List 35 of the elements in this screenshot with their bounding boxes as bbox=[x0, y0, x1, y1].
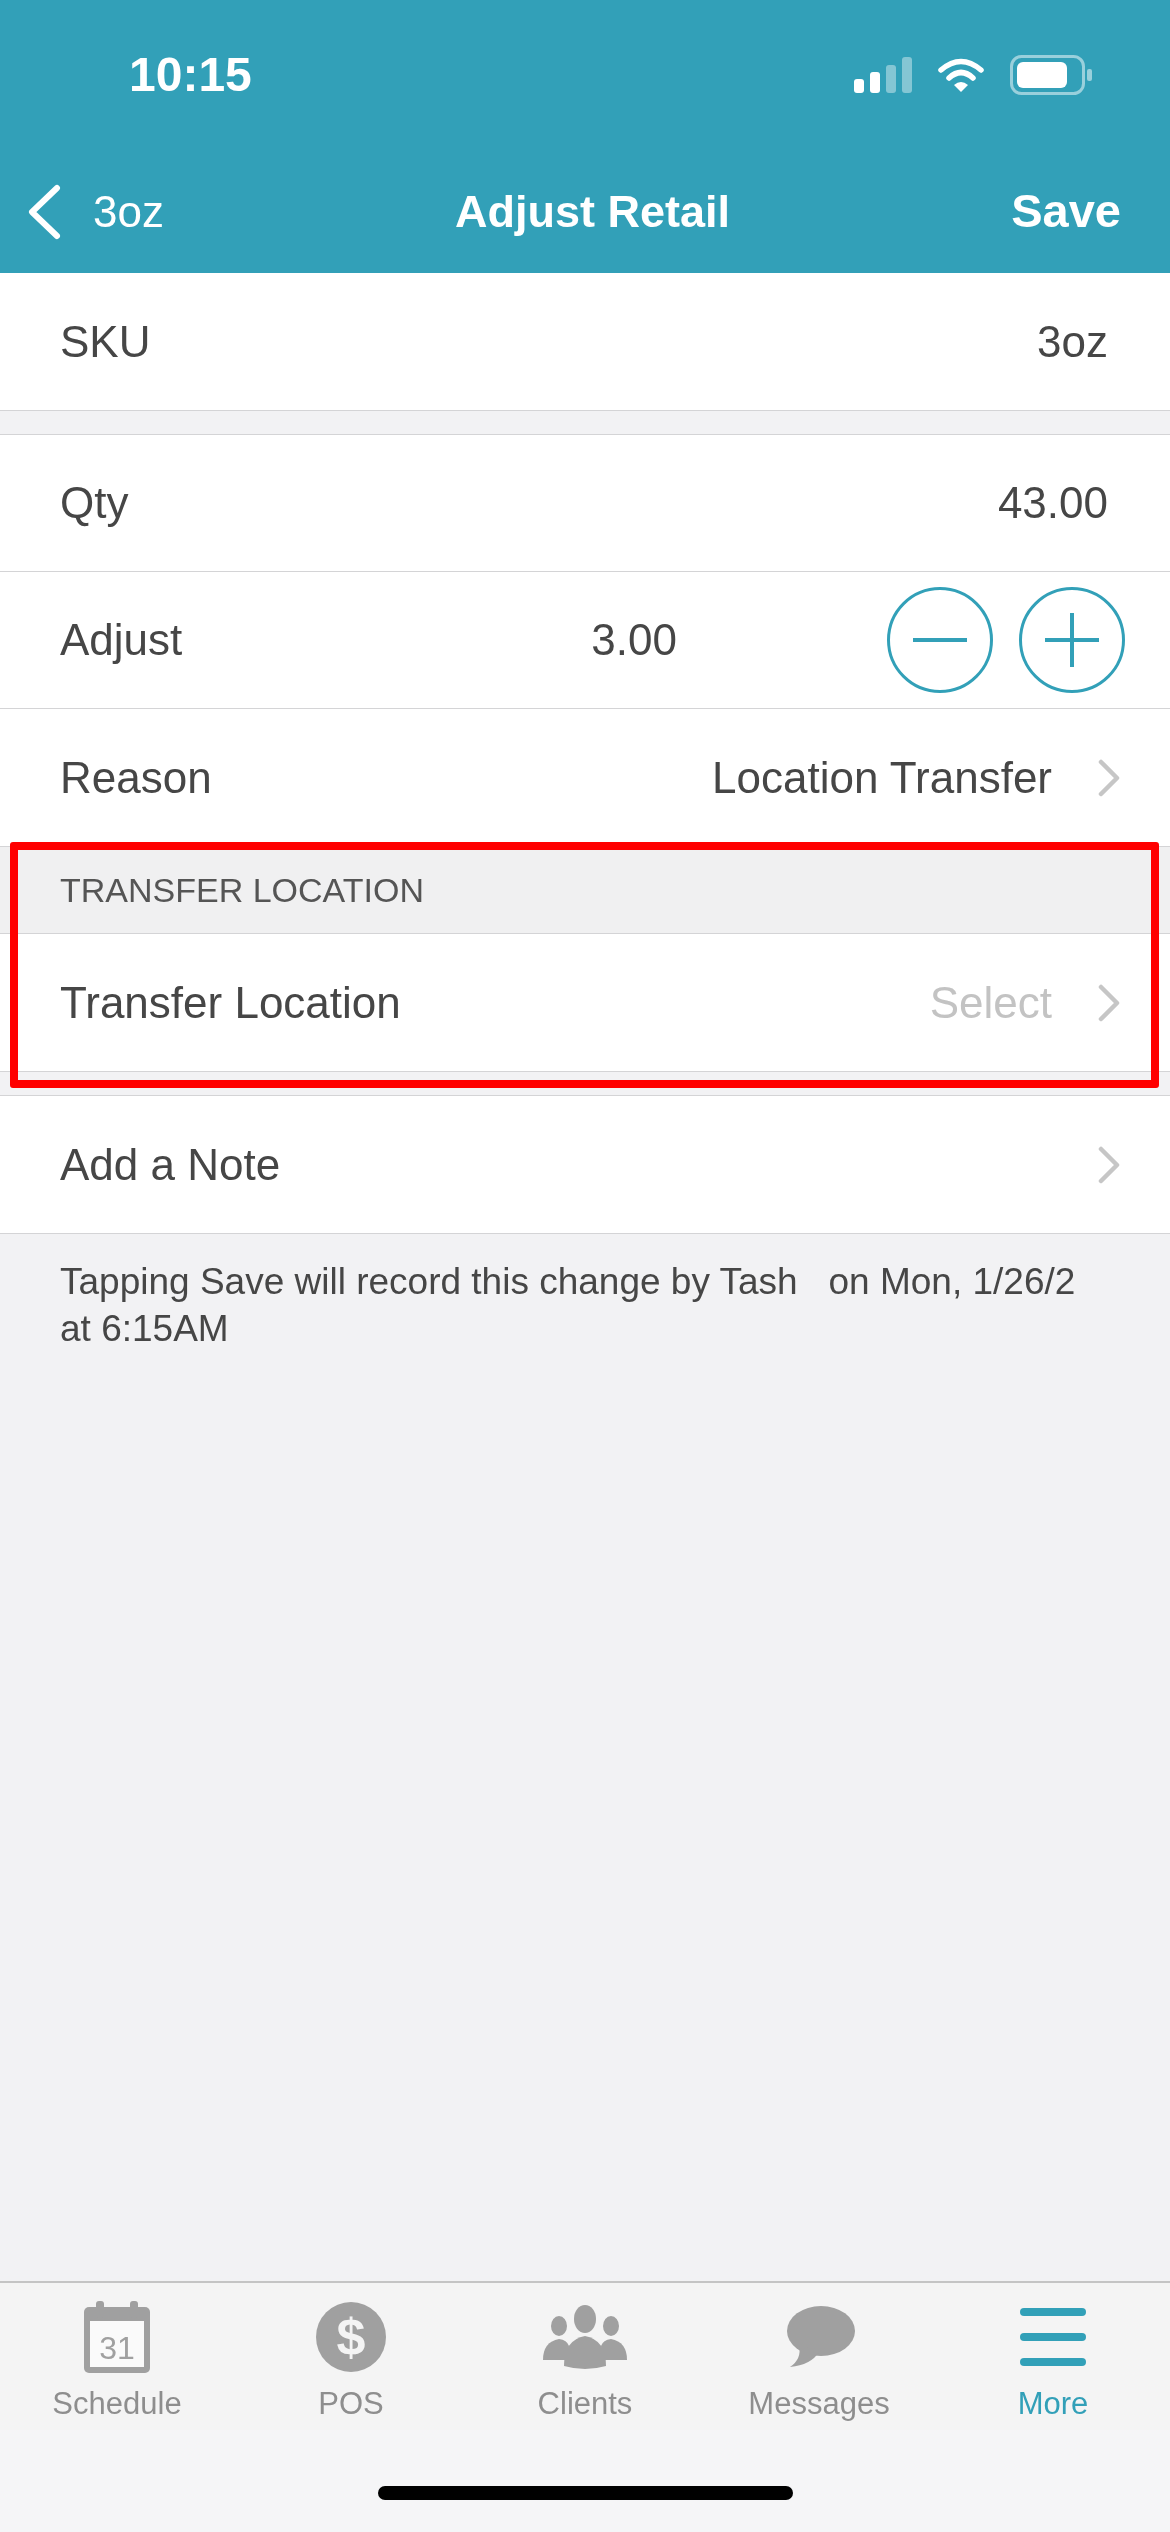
row-label: Transfer Location bbox=[60, 976, 402, 1029]
tab-item[interactable]: More bbox=[936, 2301, 1170, 2430]
chevron-left-icon bbox=[27, 183, 61, 240]
status-time: 10:15 bbox=[129, 47, 253, 103]
plus-icon bbox=[1045, 613, 1099, 667]
minus-icon bbox=[913, 638, 967, 642]
back-button[interactable]: 3oz bbox=[27, 178, 164, 245]
battery-icon bbox=[1010, 55, 1092, 95]
chevron-right-icon bbox=[1098, 758, 1120, 797]
row-label: Add a Note bbox=[60, 1138, 282, 1191]
select-placeholder: Select bbox=[929, 976, 1052, 1029]
row-label: Qty bbox=[60, 477, 130, 529]
tab-item[interactable]: $ POS bbox=[234, 2301, 468, 2430]
tab-item[interactable]: Messages bbox=[702, 2301, 936, 2430]
increment-button[interactable] bbox=[1019, 587, 1125, 693]
row-label: Adjust bbox=[60, 614, 184, 666]
row-label: Reason bbox=[60, 751, 213, 804]
row-label: SKU bbox=[60, 315, 152, 368]
save-button[interactable]: Save bbox=[1011, 176, 1121, 247]
tab-item[interactable]: Clients bbox=[468, 2301, 702, 2430]
menu-icon bbox=[1020, 2306, 1086, 2368]
dollar-coin-icon: $ bbox=[316, 2302, 386, 2372]
people-group-icon bbox=[542, 2304, 628, 2370]
row-value: Location Transfer bbox=[712, 751, 1052, 804]
tab-item[interactable]: 31 Schedule bbox=[0, 2301, 234, 2430]
row-value: 3.00 bbox=[591, 614, 677, 666]
signal-icon bbox=[854, 57, 912, 93]
chevron-right-icon bbox=[1098, 983, 1120, 1022]
decrement-button[interactable] bbox=[887, 587, 993, 693]
wifi-icon bbox=[938, 58, 984, 92]
footer-note: Tapping Save will record this change by Tash on Mon, 1/26/2 at 6:15AM bbox=[59, 1260, 1077, 1351]
row-value: 3oz bbox=[1037, 315, 1108, 368]
nav-title: Adjust Retail bbox=[455, 184, 731, 239]
row-value: 43.00 bbox=[997, 477, 1108, 529]
chevron-right-icon bbox=[1098, 1145, 1120, 1184]
